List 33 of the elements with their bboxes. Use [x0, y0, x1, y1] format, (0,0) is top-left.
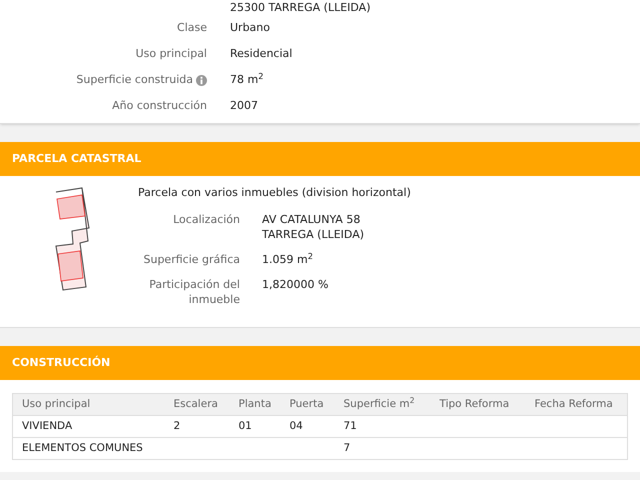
field-label: Clase	[177, 20, 207, 36]
table-cell: 7	[344, 442, 350, 454]
field-label: Año construcción	[112, 98, 207, 114]
field-label: Participación del inmueble	[148, 277, 240, 307]
table-cell: 2	[174, 420, 180, 432]
column-header: Superficie m$^{2}$	[334, 394, 430, 416]
column-header: Puerta	[280, 394, 334, 416]
column-header: Escalera	[164, 394, 230, 416]
column-header: Uso principal	[12, 394, 164, 416]
parcel-description: Parcela con varios inmuebles (division horizontal)	[138, 186, 411, 200]
field-value: 2007	[230, 98, 258, 114]
field-value: 1,820000 %	[262, 277, 328, 293]
table-cell: VIVIENDA	[22, 420, 72, 432]
table-cell: ELEMENTOS COMUNES	[22, 442, 143, 454]
field-value: 78 m$^{2}$	[230, 72, 264, 88]
field-label: Localización	[172, 212, 240, 228]
field-value: AV CATALUNYA 58 TARREGA (LLEIDA)	[262, 212, 364, 242]
section-title: PARCELA CATASTRAL	[12, 150, 142, 167]
field-label: Uso principal	[136, 46, 207, 62]
column-header: Tipo Reforma	[430, 394, 526, 416]
column-header: Fecha Reforma	[526, 394, 628, 416]
table-cell: 04	[290, 420, 303, 432]
table-cell: 71	[344, 420, 357, 432]
column-header: Planta	[230, 394, 280, 416]
section-title: CONSTRUCCIÓN	[12, 354, 110, 371]
field-value: 1.059 m$^{2}$	[262, 252, 313, 267]
field-value: Residencial	[230, 46, 292, 62]
field-value: 25300 TARREGA (LLEIDA)	[230, 0, 370, 16]
field-label: Superficie gráfica	[142, 252, 240, 267]
info-icon[interactable]	[196, 74, 207, 86]
field-value: Urbano	[230, 20, 270, 36]
table-cell: 01	[238, 420, 252, 432]
field-label: Superficie construida	[76, 72, 193, 88]
